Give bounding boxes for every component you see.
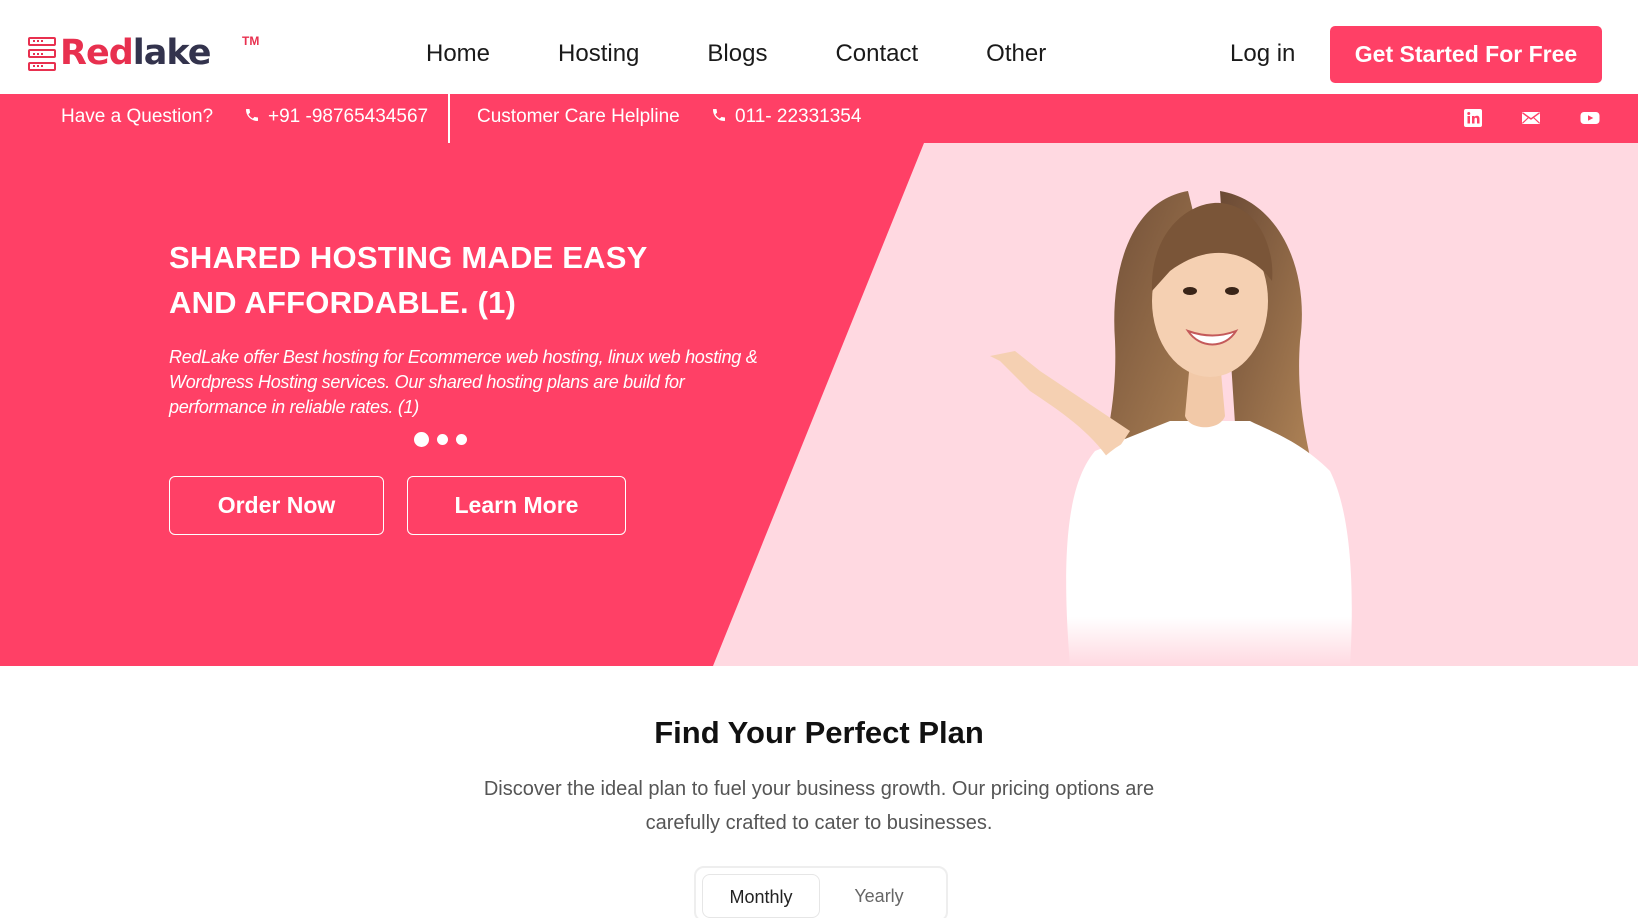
helpline-label: Customer Care Helpline — [477, 106, 680, 127]
carousel-dot-1[interactable] — [414, 432, 429, 447]
plans-description: Discover the ideal plan to fuel your bus… — [483, 778, 1155, 834]
brand-name-dark: lake — [132, 33, 212, 73]
hero-person-image — [990, 191, 1352, 666]
learn-more-button[interactable]: Learn More — [407, 476, 626, 535]
carousel-dot-2[interactable] — [437, 434, 448, 445]
nav-blogs[interactable]: Blogs — [707, 40, 767, 68]
carousel-dot-3[interactable] — [456, 434, 467, 445]
main-menu: Home Hosting Blogs Contact Other — [426, 40, 1114, 68]
helpline-number[interactable]: 011- 22331354 — [711, 106, 861, 128]
nav-hosting[interactable]: Hosting — [558, 40, 639, 68]
nav-other[interactable]: Other — [986, 40, 1046, 68]
brand-logo[interactable]: Redlake TM — [28, 33, 259, 73]
billing-monthly-option[interactable]: Monthly — [702, 874, 820, 918]
youtube-icon[interactable] — [1580, 108, 1600, 128]
mail-icon[interactable] — [1521, 108, 1541, 128]
brand-name-red: Red — [60, 33, 134, 73]
brand-name: Redlake — [60, 33, 212, 73]
phone-icon — [246, 109, 258, 121]
linkedin-icon[interactable] — [1463, 108, 1483, 128]
phone-number-text: +91 -98765434567 — [268, 106, 429, 127]
phone-number[interactable]: +91 -98765434567 — [244, 106, 428, 128]
plans-title: Find Your Perfect Plan — [654, 715, 984, 750]
phone-icon — [713, 109, 725, 121]
carousel-dots — [414, 432, 467, 447]
trademark-mark: TM — [242, 34, 260, 48]
question-label: Have a Question? — [61, 106, 214, 127]
hero-banner: SHARED HOSTING MADE EASY AND AFFORDABLE.… — [0, 143, 1638, 666]
nav-contact[interactable]: Contact — [835, 40, 918, 68]
billing-yearly-option[interactable]: Yearly — [820, 874, 938, 918]
hero-title-line1: SHARED HOSTING MADE EASY — [169, 240, 648, 275]
hero-subtitle: RedLake offer Best hosting for Ecommerce… — [169, 347, 758, 417]
helpline-number-text: 011- 22331354 — [735, 106, 862, 127]
hero-title: SHARED HOSTING MADE EASY AND AFFORDABLE.… — [169, 235, 689, 325]
contact-info-bar: Have a Question? +91 -98765434567 Custom… — [0, 94, 1638, 143]
info-divider — [448, 94, 450, 143]
order-now-button[interactable]: Order Now — [169, 476, 384, 535]
get-started-button[interactable]: Get Started For Free — [1330, 26, 1602, 83]
top-navbar: Redlake TM Home Hosting Blogs Contact Ot… — [0, 0, 1638, 94]
nav-home[interactable]: Home — [426, 40, 490, 68]
hero-title-line2: AND AFFORDABLE. (1) — [169, 285, 517, 320]
server-icon — [28, 36, 56, 71]
login-link[interactable]: Log in — [1230, 40, 1295, 68]
billing-toggle: Monthly Yearly — [694, 866, 948, 918]
